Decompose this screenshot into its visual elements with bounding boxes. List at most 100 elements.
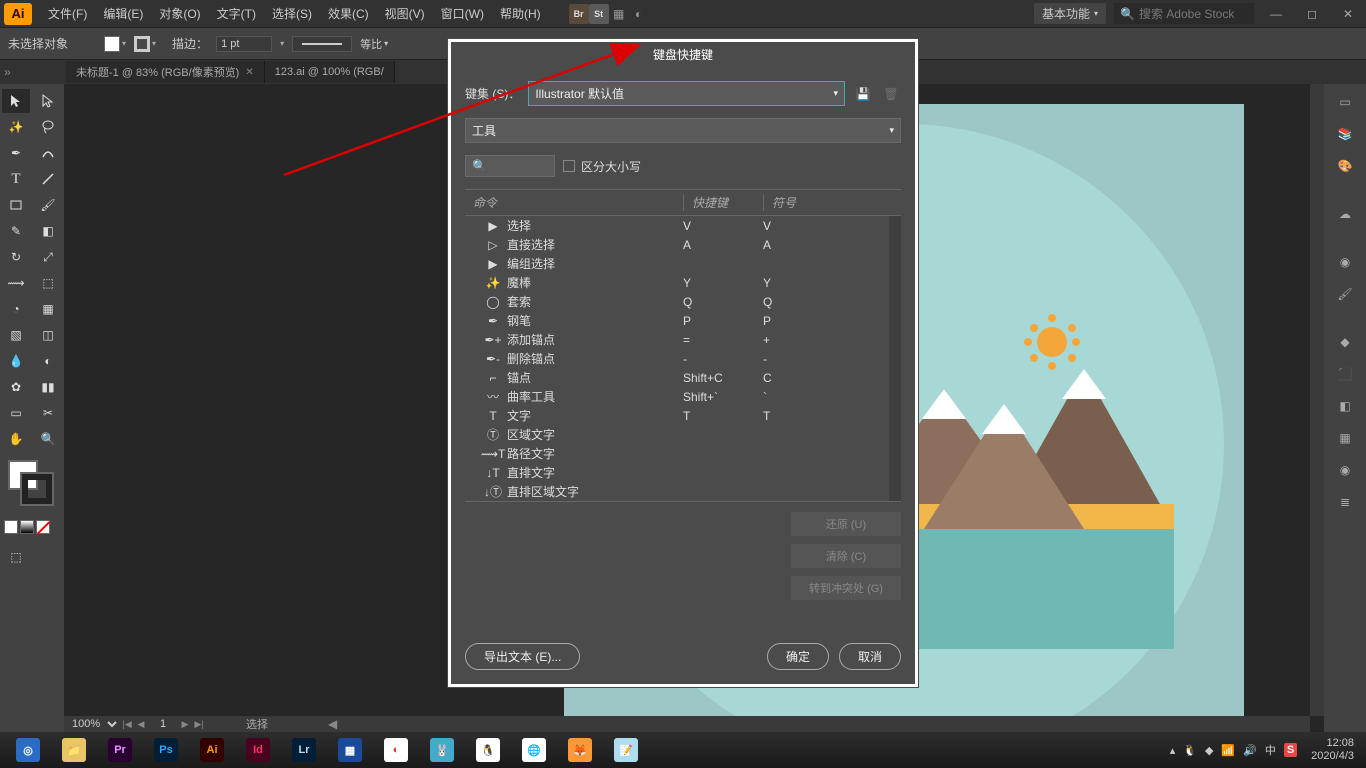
symbols-panel-icon[interactable]: ◆: [1329, 328, 1361, 356]
taskbar-app-illustrator[interactable]: Ai: [190, 735, 234, 765]
ok-button[interactable]: 确定: [767, 643, 829, 670]
cancel-button[interactable]: 取消: [839, 643, 901, 670]
taskbar-app-firefox[interactable]: 🦊: [558, 735, 602, 765]
transparency-panel-icon[interactable]: ▦: [1329, 424, 1361, 452]
taskbar-app-lightroom[interactable]: Lr: [282, 735, 326, 765]
clear-button[interactable]: 清除 (C): [791, 544, 901, 568]
eyedropper-tool[interactable]: 💧: [2, 349, 30, 373]
tray-ime-icon[interactable]: 中: [1265, 742, 1276, 758]
menu-object[interactable]: 对象(O): [151, 1, 208, 26]
taskbar-app-premiere[interactable]: Pr: [98, 735, 142, 765]
tray-app-icon[interactable]: ◆: [1205, 744, 1213, 757]
artboard-tool[interactable]: ▭: [2, 401, 30, 425]
table-row[interactable]: Ⓣ 区域文字: [465, 425, 901, 444]
taskbar-clock[interactable]: 12:08 2020/4/3: [1305, 737, 1360, 763]
tray-network-icon[interactable]: 📶: [1221, 744, 1235, 757]
menu-type[interactable]: 文字(T): [209, 1, 264, 26]
zoom-select[interactable]: 100%: [64, 717, 120, 731]
prev-artboard[interactable]: ◀: [134, 717, 148, 731]
stroke-weight-input[interactable]: [216, 36, 272, 52]
taskbar-app-2[interactable]: 📁: [52, 735, 96, 765]
taskbar-app-notes[interactable]: 📝: [604, 735, 648, 765]
tray-expand-icon[interactable]: ▴: [1170, 744, 1176, 757]
appearance-panel-icon[interactable]: ◉: [1329, 456, 1361, 484]
menu-select[interactable]: 选择(S): [264, 1, 320, 26]
close-tab-icon[interactable]: ✕: [245, 67, 253, 78]
tab-expand-icon[interactable]: »: [4, 65, 16, 79]
taskbar-app-indesign[interactable]: Id: [236, 735, 280, 765]
swatches-panel-icon[interactable]: ◉: [1329, 248, 1361, 276]
maximize-button[interactable]: ◻: [1298, 4, 1326, 24]
blend-tool[interactable]: ◐: [34, 349, 62, 373]
gradient-panel-icon[interactable]: ◧: [1329, 392, 1361, 420]
table-row[interactable]: ◯ 套索 Q Q: [465, 292, 901, 311]
arrange-icon[interactable]: ▦: [609, 4, 629, 24]
line-tool[interactable]: [34, 167, 62, 191]
curvature-tool[interactable]: [34, 141, 62, 165]
table-row[interactable]: ▶ 选择 V V: [465, 216, 901, 235]
taskbar-app-qq[interactable]: 🐧: [466, 735, 510, 765]
document-tab-1[interactable]: 未标题-1 @ 83% (RGB/像素预览)✕: [66, 61, 265, 83]
minimize-button[interactable]: —: [1262, 4, 1290, 24]
color-panel-icon[interactable]: 🎨: [1329, 152, 1361, 180]
libraries-panel-icon[interactable]: 📚: [1329, 120, 1361, 148]
color-well[interactable]: [4, 460, 60, 508]
search-input[interactable]: 🔍: [465, 155, 555, 177]
mesh-tool[interactable]: ▧: [2, 323, 30, 347]
magic-wand-tool[interactable]: ✨: [2, 115, 30, 139]
table-row[interactable]: ▷ 直接选择 A A: [465, 235, 901, 254]
bridge-icon[interactable]: Br: [569, 4, 589, 24]
brushes-panel-icon[interactable]: 🖌: [1329, 280, 1361, 308]
scale-tool[interactable]: ⤢: [34, 245, 62, 269]
last-artboard[interactable]: ▶|: [192, 717, 206, 731]
color-mode-gradient[interactable]: [20, 520, 34, 534]
table-scrollbar[interactable]: [889, 216, 901, 501]
tray-sogou-icon[interactable]: S: [1284, 743, 1297, 757]
table-row[interactable]: ✨ 魔棒 Y Y: [465, 273, 901, 292]
eraser-tool[interactable]: ◧: [34, 219, 62, 243]
close-button[interactable]: ✕: [1334, 4, 1362, 24]
stroke-panel-icon[interactable]: ⬛: [1329, 360, 1361, 388]
table-row[interactable]: 〰 曲率工具 Shift+` `: [465, 387, 901, 406]
table-row[interactable]: ✒- 删除锚点 - -: [465, 349, 901, 368]
stock-search[interactable]: 🔍搜索 Adobe Stock: [1114, 3, 1254, 24]
vertical-scrollbar[interactable]: [1310, 84, 1324, 716]
properties-panel-icon[interactable]: ▭: [1329, 88, 1361, 116]
taskbar-app-1[interactable]: ◎: [6, 735, 50, 765]
pen-tool[interactable]: ✒: [2, 141, 30, 165]
tray-qq-icon[interactable]: 🐧: [1183, 744, 1197, 757]
color-mode-fill[interactable]: [4, 520, 18, 534]
table-row[interactable]: ⌐ 锚点 Shift+C C: [465, 368, 901, 387]
delete-keyset-icon[interactable]: 🗑: [881, 84, 901, 104]
table-row[interactable]: ▶ 编组选择: [465, 254, 901, 273]
save-keyset-icon[interactable]: 💾: [853, 84, 873, 104]
menu-window[interactable]: 窗口(W): [433, 1, 492, 26]
slice-tool[interactable]: ✂: [34, 401, 62, 425]
type-tool[interactable]: T: [2, 167, 30, 191]
column-graph-tool[interactable]: ▮▮: [34, 375, 62, 399]
table-row[interactable]: ✒ 钢笔 P P: [465, 311, 901, 330]
hand-tool[interactable]: ✋: [2, 427, 30, 451]
artboard-number[interactable]: 1: [148, 718, 178, 730]
taskbar-app-chrome[interactable]: 🌐: [512, 735, 556, 765]
table-row[interactable]: ✒+ 添加锚点 = +: [465, 330, 901, 349]
taskbar-app-3[interactable]: ▦: [328, 735, 372, 765]
direct-selection-tool[interactable]: [34, 89, 62, 113]
stroke-color[interactable]: [22, 474, 52, 504]
category-combo[interactable]: 工具▾: [465, 118, 901, 143]
export-text-button[interactable]: 导出文本 (E)...: [465, 643, 580, 670]
color-mode-none[interactable]: [36, 520, 50, 534]
workspace-switcher[interactable]: 基本功能▾: [1034, 3, 1106, 24]
table-row[interactable]: ↓T 直排文字: [465, 463, 901, 482]
taskbar-app-photoshop[interactable]: Ps: [144, 735, 188, 765]
tray-volume-icon[interactable]: 🔊: [1243, 744, 1257, 757]
layers-panel-icon[interactable]: ≣: [1329, 488, 1361, 516]
menu-view[interactable]: 视图(V): [377, 1, 433, 26]
goto-conflict-button[interactable]: 转到冲突处 (G): [791, 576, 901, 600]
stroke-control[interactable]: ▾: [134, 36, 156, 52]
next-artboard[interactable]: ▶: [178, 717, 192, 731]
fill-control[interactable]: ▾: [104, 36, 126, 52]
taskbar-app-5[interactable]: 🐰: [420, 735, 464, 765]
table-row[interactable]: T 文字 T T: [465, 406, 901, 425]
gpu-icon[interactable]: ◐: [629, 4, 649, 24]
